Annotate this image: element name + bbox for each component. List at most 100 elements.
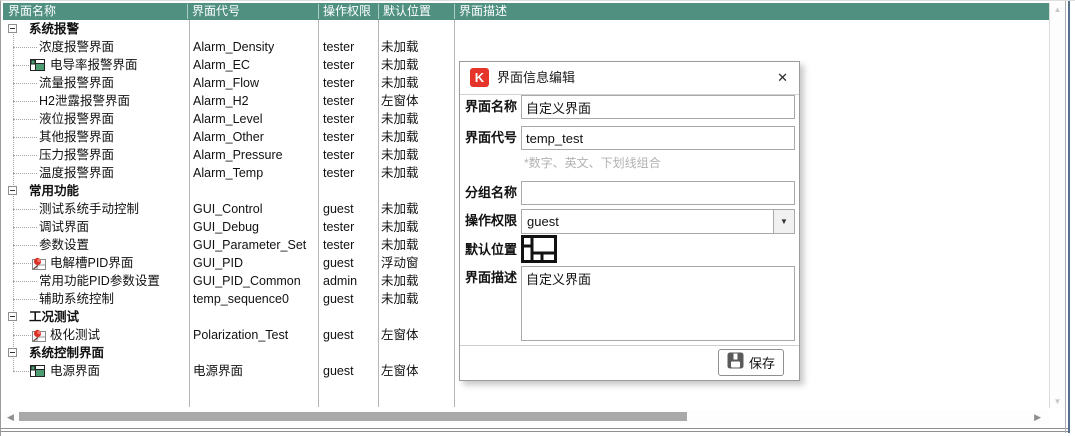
column-divider: [378, 4, 379, 19]
permission-value: tester: [323, 164, 354, 182]
dialog-title: 界面信息编辑: [497, 62, 575, 94]
code-field[interactable]: [521, 126, 795, 150]
permission-value: guest: [323, 362, 354, 380]
interface-code: Alarm_Other: [193, 128, 264, 146]
interface-name: 其他报警界面: [39, 128, 114, 146]
interface-code: Alarm_H2: [193, 92, 249, 110]
app-logo-icon: K: [470, 68, 489, 87]
tree-group-row[interactable]: 系统报警: [3, 20, 1049, 38]
permission-value: tester: [323, 236, 354, 254]
scroll-right-icon[interactable]: ▶: [1034, 411, 1041, 423]
close-icon[interactable]: ✕: [777, 62, 788, 94]
vertical-scrollbar[interactable]: ▲ ▼: [1049, 3, 1065, 408]
save-button[interactable]: 保存: [718, 349, 784, 376]
collapse-toggle-icon[interactable]: [8, 348, 17, 357]
column-header-position[interactable]: 默认位置: [383, 3, 431, 20]
group-field[interactable]: [521, 181, 795, 205]
tree-line: [13, 245, 37, 246]
interface-name: H2泄露报警界面: [39, 92, 130, 110]
interface-name: 调试界面: [39, 218, 89, 236]
permission-value: tester: [323, 56, 354, 74]
tree-line: [13, 119, 37, 120]
tree-line: [13, 155, 37, 156]
pin-icon: [30, 329, 46, 345]
column-header-description[interactable]: 界面描述: [459, 3, 507, 20]
window-border: [1068, 1, 1070, 433]
interface-name: 浓度报警界面: [39, 38, 114, 56]
dialog-footer: 保存: [460, 345, 799, 380]
interface-name: 辅助系统控制: [39, 290, 114, 308]
permission-value: guest: [323, 326, 354, 344]
tree-line: [13, 101, 37, 102]
table-row[interactable]: 浓度报警界面 Alarm_Density tester 未加载: [3, 38, 1049, 56]
window-border: [1, 431, 1069, 432]
default-position-value: 未加载: [381, 74, 419, 92]
permission-value: tester: [323, 74, 354, 92]
description-field-label: 界面描述: [465, 266, 517, 290]
permission-value: tester: [323, 92, 354, 110]
default-position-value: 未加载: [381, 56, 419, 74]
default-position-value: 浮动窗: [381, 254, 419, 272]
default-position-value: 左窗体: [381, 92, 419, 110]
collapse-toggle-icon[interactable]: [8, 312, 17, 321]
description-field[interactable]: 自定义界面: [521, 266, 795, 341]
chevron-down-icon: ▼: [780, 217, 788, 226]
interface-code: Alarm_EC: [193, 56, 250, 74]
scroll-up-icon[interactable]: ▲: [1050, 5, 1065, 14]
interface-name: 测试系统手动控制: [39, 200, 139, 218]
interface-code: Alarm_Temp: [193, 164, 263, 182]
interface-name: 极化测试: [50, 326, 100, 344]
collapse-toggle-icon[interactable]: [8, 24, 17, 33]
column-divider: [454, 4, 455, 19]
permission-value: guest: [323, 290, 354, 308]
interface-name: 电解槽PID界面: [50, 254, 133, 272]
default-position-value: 未加载: [381, 38, 419, 56]
interface-name: 压力报警界面: [39, 146, 114, 164]
dialog-titlebar: K 界面信息编辑 ✕: [460, 62, 799, 95]
edit-dialog: K 界面信息编辑 ✕ 界面名称 界面代号 *数字、英文、下划线组合 分组名称 操…: [459, 61, 800, 381]
column-header-name[interactable]: 界面名称: [8, 3, 56, 20]
scrollbar-thumb[interactable]: [19, 412, 687, 421]
app-window: 界面名称 界面代号 操作权限 默认位置 界面描述 系统报警浓度报警界面 Alarm…: [0, 0, 1075, 436]
permission-value: guest: [323, 254, 354, 272]
group-field-label: 分组名称: [465, 181, 517, 205]
interface-code: Alarm_Density: [193, 38, 274, 56]
permission-field-label: 操作权限: [465, 209, 517, 233]
interface-name: 电源界面: [50, 362, 100, 380]
dropdown-button[interactable]: ▼: [773, 210, 794, 233]
default-position-value: 未加载: [381, 218, 419, 236]
interface-code: Alarm_Pressure: [193, 146, 283, 164]
permission-value: tester: [323, 38, 354, 56]
scroll-down-icon[interactable]: ▼: [1050, 397, 1065, 406]
interface-name: 参数设置: [39, 236, 89, 254]
group-label: 系统控制界面: [29, 344, 104, 362]
column-header-code[interactable]: 界面代号: [192, 3, 240, 20]
name-field[interactable]: [521, 95, 795, 119]
tree-line: [13, 137, 37, 138]
collapse-toggle-icon[interactable]: [8, 186, 17, 195]
scroll-left-icon[interactable]: ◀: [7, 411, 14, 423]
default-position-value: 未加载: [381, 164, 419, 182]
window-border: [1065, 1, 1066, 433]
horizontal-scrollbar[interactable]: ◀ ▶: [3, 410, 1049, 424]
interface-code: Alarm_Level: [193, 110, 262, 128]
interface-code: GUI_PID_Common: [193, 272, 301, 290]
interface-code: GUI_Parameter_Set: [193, 236, 306, 254]
grid-icon: [30, 365, 45, 380]
group-label: 系统报警: [29, 20, 79, 38]
default-position-layout-icon[interactable]: [521, 235, 557, 268]
default-position-value: 未加载: [381, 200, 419, 218]
interface-name: 电导率报警界面: [50, 56, 138, 74]
permission-value: tester: [323, 128, 354, 146]
permission-value: admin: [323, 272, 357, 290]
grid-icon: [30, 59, 45, 74]
column-header-permission[interactable]: 操作权限: [323, 3, 371, 20]
column-divider: [189, 20, 190, 407]
save-button-label: 保存: [749, 353, 775, 372]
tree-line: [13, 47, 37, 48]
group-label: 常用功能: [29, 182, 79, 200]
interface-code: GUI_Debug: [193, 218, 259, 236]
permission-select[interactable]: guest ▼: [521, 209, 795, 234]
name-field-label: 界面名称: [465, 95, 517, 119]
window-border: [1, 428, 1069, 429]
